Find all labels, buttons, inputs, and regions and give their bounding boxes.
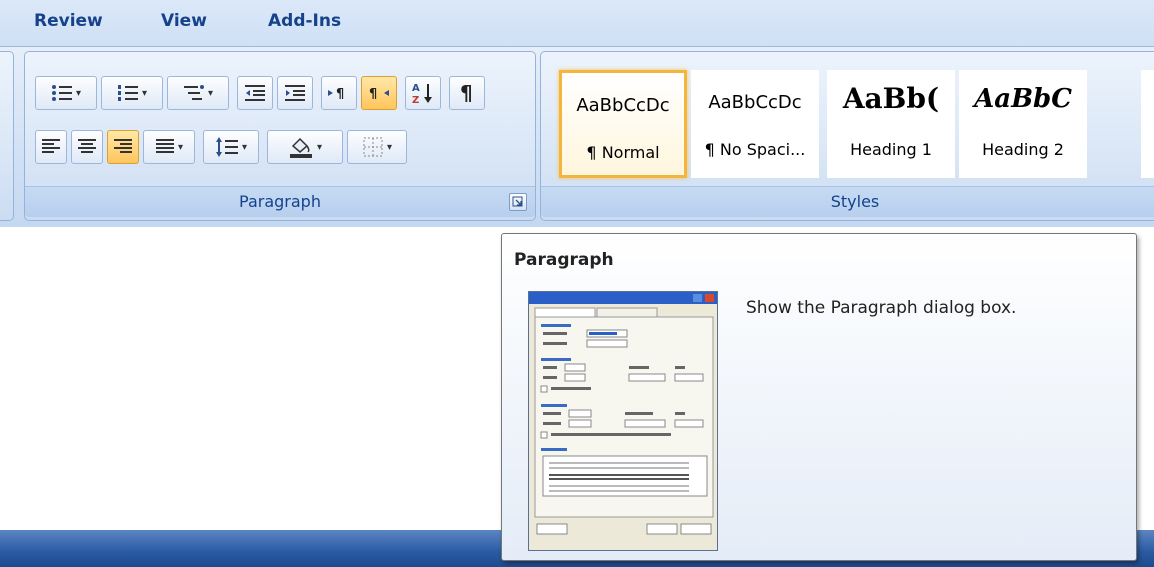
style-sample-text: AaBbCcDc: [576, 95, 670, 116]
shading-icon: [289, 137, 312, 158]
decrease-indent-button[interactable]: [237, 76, 273, 110]
chevron-down-icon: ▾: [75, 87, 82, 99]
left-to-right-button[interactable]: ¶: [321, 76, 357, 110]
style-no-spacing[interactable]: AaBbCcDc ¶ No Spaci...: [691, 70, 819, 178]
ribbon: ▾ ▾ ▾ ¶ ¶ AZ ¶ ▾ ▾ ▾ ▾ Paragraph AaBbCcD…: [0, 46, 1154, 227]
svg-text:¶: ¶: [460, 82, 473, 104]
borders-icon: [363, 137, 383, 157]
style-name: ¶ No Spaci...: [704, 140, 806, 159]
tab-review[interactable]: Review: [34, 11, 103, 31]
increase-indent-button[interactable]: [277, 76, 313, 110]
svg-text:A: A: [412, 83, 420, 94]
align-left-icon: [42, 139, 60, 153]
style-sample-text: AaBb(: [842, 82, 940, 115]
style-name: Heading 2: [982, 140, 1064, 159]
multilevel-list-icon: [183, 85, 204, 100]
decrease-indent-icon: [245, 85, 265, 101]
align-left-button[interactable]: [35, 130, 67, 164]
paragraph-group-label: Paragraph: [25, 186, 535, 217]
style-name: Heading 1: [850, 140, 932, 159]
dialog-launcher-icon: [512, 196, 523, 207]
style-sample-text: AaBbCcDc: [708, 92, 802, 113]
ribbon-tab-bar: Review View Add-Ins: [0, 0, 1154, 46]
left-to-right-icon: ¶: [328, 87, 344, 102]
style-item-partial[interactable]: [1141, 70, 1154, 178]
dialog-preview-image: [529, 292, 717, 535]
styles-group-label: Styles: [541, 186, 1154, 217]
borders-button[interactable]: ▾: [347, 130, 407, 164]
show-hide-marks-button[interactable]: ¶: [449, 76, 485, 110]
style-heading-1[interactable]: AaBb( Heading 1: [827, 70, 955, 178]
styles-group: AaBbCcDc ¶ Normal AaBbCcDc ¶ No Spaci...…: [540, 51, 1154, 221]
style-sample-text: AaBbC: [974, 84, 1072, 114]
tab-view[interactable]: View: [161, 11, 207, 31]
paragraph-tooltip: Paragraph Show the Paragraph dialog box.: [501, 233, 1137, 561]
right-to-left-button[interactable]: ¶: [361, 76, 397, 110]
numbering-button[interactable]: ▾: [101, 76, 163, 110]
chevron-down-icon: ▾: [177, 141, 184, 153]
chevron-down-icon: ▾: [241, 141, 248, 153]
paragraph-dialog-preview: [528, 291, 718, 551]
style-normal[interactable]: AaBbCcDc ¶ Normal: [559, 70, 687, 178]
svg-text:Z: Z: [412, 95, 419, 105]
numbering-icon: [117, 85, 138, 101]
chevron-down-icon: ▾: [316, 141, 323, 153]
sort-icon: AZ: [412, 83, 432, 105]
align-center-button[interactable]: [71, 130, 103, 164]
chevron-down-icon: ▾: [207, 87, 214, 99]
bullets-button[interactable]: ▾: [35, 76, 97, 110]
align-right-icon: [114, 139, 132, 153]
line-spacing-button[interactable]: ▾: [203, 130, 259, 164]
sort-button[interactable]: AZ: [405, 76, 441, 110]
shading-button[interactable]: ▾: [267, 130, 343, 164]
paragraph-group: ▾ ▾ ▾ ¶ ¶ AZ ¶ ▾ ▾ ▾ ▾ Paragraph: [24, 51, 536, 221]
show-hide-marks-icon: ¶: [460, 82, 473, 104]
chevron-down-icon: ▾: [141, 87, 148, 99]
svg-text:¶: ¶: [336, 87, 344, 102]
justify-icon: [155, 139, 174, 153]
chevron-down-icon: ▾: [386, 141, 393, 153]
svg-text:¶: ¶: [369, 87, 377, 102]
align-right-button[interactable]: [107, 130, 139, 164]
align-center-icon: [78, 139, 96, 153]
right-to-left-icon: ¶: [369, 87, 389, 102]
justify-button[interactable]: ▾: [143, 130, 195, 164]
tooltip-description: Show the Paragraph dialog box.: [746, 298, 1017, 318]
increase-indent-icon: [285, 85, 305, 101]
multilevel-list-button[interactable]: ▾: [167, 76, 229, 110]
style-name: ¶ Normal: [586, 143, 660, 162]
style-heading-2[interactable]: AaBbC Heading 2: [959, 70, 1087, 178]
bullets-icon: [51, 85, 72, 101]
paragraph-dialog-launcher[interactable]: [509, 193, 527, 211]
previous-group-edge: [0, 51, 14, 221]
tab-add-ins[interactable]: Add-Ins: [268, 11, 341, 31]
line-spacing-icon: [215, 137, 238, 157]
tooltip-title: Paragraph: [514, 250, 614, 270]
